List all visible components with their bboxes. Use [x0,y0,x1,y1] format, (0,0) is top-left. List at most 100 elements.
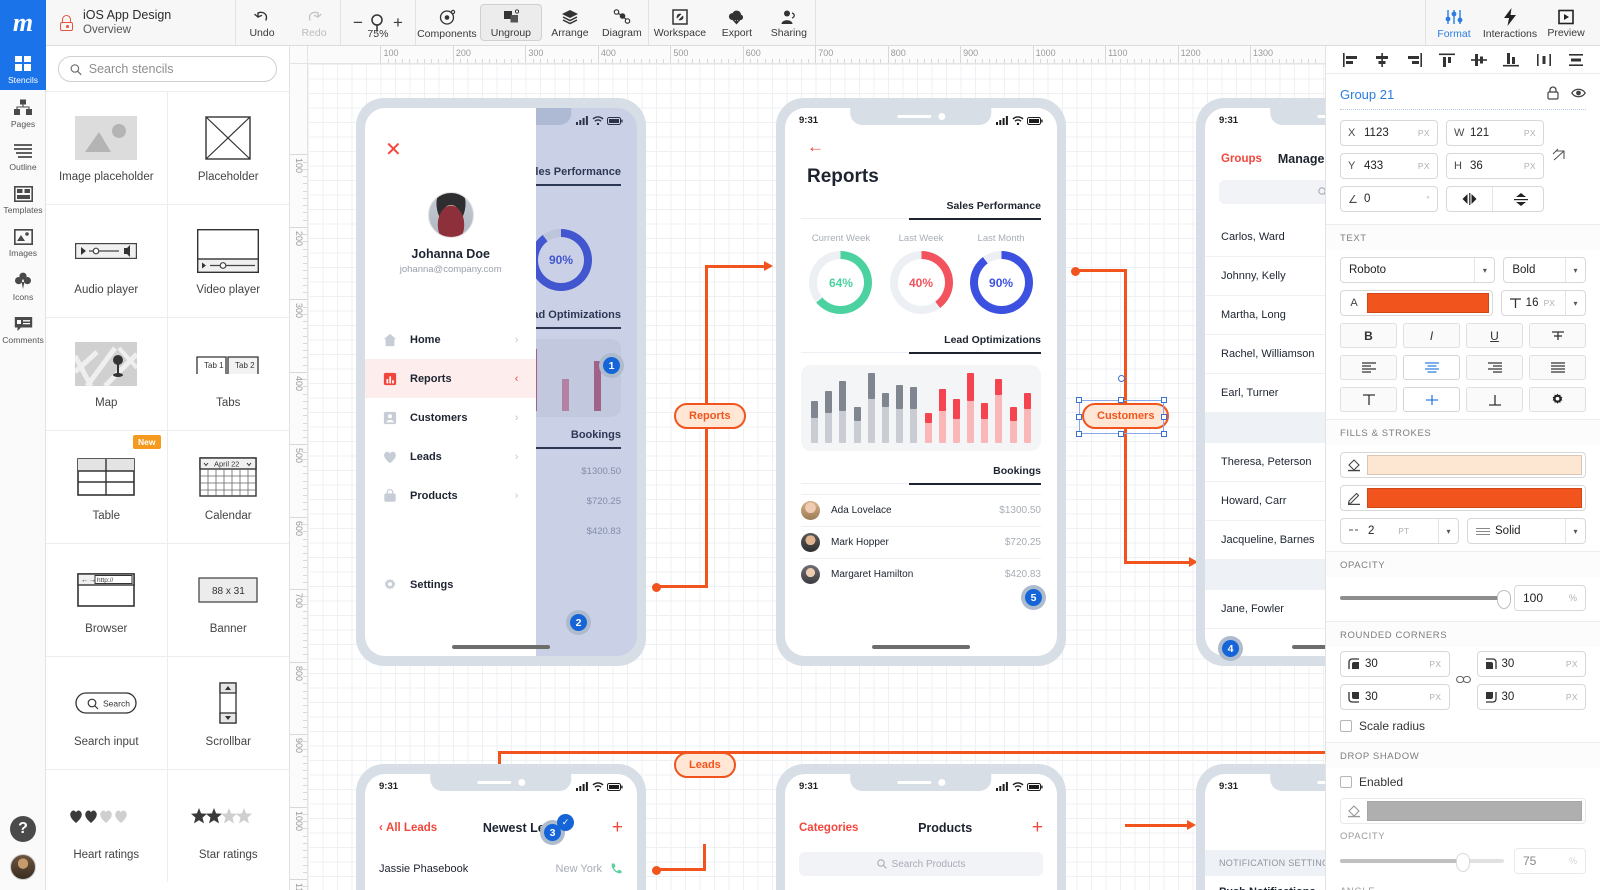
connector-label-leads[interactable]: Leads [674,752,736,778]
format-button[interactable]: Format [1426,0,1482,45]
link-corners-icon[interactable] [1455,675,1471,687]
redo-button[interactable]: Redo [288,0,340,45]
align-left-icon[interactable] [1342,52,1358,67]
shadow-color-swatch[interactable] [1367,801,1582,821]
sidebar-item-templates[interactable]: Templates [0,177,46,220]
font-color-swatch[interactable] [1367,293,1489,313]
valign-bottom-icon[interactable] [1466,387,1523,412]
stroke-color-swatch[interactable] [1367,488,1582,508]
align-bottom-icon[interactable] [1503,52,1520,67]
resize-handle[interactable] [1118,431,1124,437]
distribute-vertical-icon[interactable] [1568,53,1584,67]
shadow-opacity-track[interactable] [1340,853,1504,872]
connector-label-reports[interactable]: Reports [674,403,746,429]
underline-button[interactable]: U [1466,323,1523,348]
valign-middle-icon[interactable] [1403,387,1460,412]
rotate-handle[interactable] [1118,375,1125,382]
design-board[interactable]: Reports Customers Leads Sales Performanc… [308,64,1325,890]
aspect-lock-icon[interactable] [1552,120,1567,166]
x-field[interactable]: X 1123 PX [1340,120,1438,146]
stroke-width-field[interactable]: 2 PT ▾ [1340,518,1459,544]
products-search[interactable]: Search Products [799,852,1043,876]
text-settings-gear-icon[interactable] [1529,387,1586,412]
sidebar-item-comments[interactable]: Comments [0,307,46,350]
step-pin-1[interactable]: 1 [599,353,624,378]
opacity-value-field[interactable]: 100 % [1514,585,1586,611]
flip-horizontal-icon[interactable] [1447,187,1493,211]
undo-button[interactable]: Undo [236,0,288,45]
step-pin-4[interactable]: 4 [1218,636,1243,661]
align-center-horizontal-icon[interactable] [1374,52,1390,67]
stencil-heart-ratings[interactable]: Heart ratings [46,769,168,882]
sharing-button[interactable]: Sharing [763,0,815,45]
resize-handle[interactable] [1161,431,1167,437]
back-arrow-icon[interactable]: ← [807,138,824,155]
menu-item-products[interactable]: Products › [365,476,536,515]
stencil-calendar[interactable]: April 22 Calendar [167,430,289,543]
contact-item[interactable]: Jacqueline, Barnes [1205,521,1325,560]
italic-button[interactable]: I [1403,323,1460,348]
stencil-image-placeholder[interactable]: Image placeholder [46,91,168,204]
workspace-button[interactable]: Workspace [649,0,711,45]
stencil-tabs[interactable]: Tab 1 Tab 2 Tabs [167,317,289,430]
stencil-browser[interactable]: ←→ http:// Browser [46,543,168,656]
strikethrough-button[interactable] [1529,323,1586,348]
phone-leads-mockup[interactable]: 9:31 ‹ All Leads Newest Leads + Jassie P… [356,764,646,890]
lock-icon[interactable] [60,14,74,31]
sidebar-item-outline[interactable]: Outline [0,134,46,177]
font-weight-select[interactable]: Bold ▾ [1503,257,1586,283]
categories-link[interactable]: Categories [799,822,858,834]
corner-tl-field[interactable]: 30 PX [1340,651,1450,677]
arrange-button[interactable]: Arrange [544,0,596,45]
help-button[interactable]: ? [10,816,36,842]
booking-row[interactable]: Mark Hopper $720.25 [801,526,1041,558]
stroke-style-select[interactable]: Solid ▾ [1467,518,1586,544]
opacity-slider-knob[interactable] [1497,590,1511,609]
resize-handle[interactable] [1076,431,1082,437]
phone-icon[interactable] [610,862,623,875]
lock-icon[interactable] [1547,86,1559,103]
align-left-icon[interactable] [1340,355,1397,380]
booking-row[interactable]: Margaret Hamilton $420.83 [801,558,1041,590]
interactions-button[interactable]: Interactions [1482,0,1538,45]
corner-tr-field[interactable]: 30 PX [1476,651,1586,677]
horizontal-ruler[interactable]: 100 200 300 400 500 600 700 800 900 1000 1100 1200 1… [290,46,1325,64]
scale-radius-row[interactable]: Scale radius [1326,712,1600,742]
scale-radius-checkbox[interactable] [1340,720,1352,732]
phone-reports-mockup[interactable]: 9:31 ← Reports Sales Performance Current… [776,98,1066,666]
stencil-search-input[interactable]: Search Search input [46,656,168,769]
menu-item-customers[interactable]: Customers › [365,398,536,437]
plus-icon[interactable]: + [612,818,623,837]
sidebar-item-stencils[interactable]: Stencils [0,46,46,90]
contacts-search[interactable]: Search [1219,180,1325,204]
sidebar-item-icons[interactable]: Icons [0,263,46,307]
align-right-icon[interactable] [1466,355,1523,380]
search-stencils-box[interactable] [58,56,277,82]
corner-bl-field[interactable]: 30 PX [1340,684,1450,710]
preview-button[interactable]: Preview [1538,0,1594,45]
sidebar-item-pages[interactable]: Pages [0,90,46,134]
resize-handle[interactable] [1118,397,1124,403]
h-field[interactable]: H 36 PX [1446,153,1544,179]
stencil-map[interactable]: Map [46,317,168,430]
distribute-horizontal-icon[interactable] [1536,53,1552,67]
search-input[interactable] [88,62,265,76]
shadow-color-field[interactable] [1340,798,1586,824]
lead-row[interactable]: Jassie Phasebook New York [365,862,637,875]
step-pin-5[interactable]: 5 [1021,585,1046,610]
align-top-icon[interactable] [1438,53,1455,67]
document-subtitle[interactable]: Overview [83,23,171,38]
stencil-video-player[interactable]: Video player [167,204,289,317]
shadow-enabled-row[interactable]: Enabled [1326,768,1600,798]
bold-button[interactable]: B [1340,323,1397,348]
contact-item[interactable]: Jane, Fowler [1205,590,1325,629]
phone-products-mockup[interactable]: 9:31 Categories Products + Search Produc… [776,764,1066,890]
export-button[interactable]: Export [711,0,763,45]
align-justify-icon[interactable] [1529,355,1586,380]
back-all-leads[interactable]: ‹ All Leads [379,822,437,834]
stencil-star-ratings[interactable]: Star ratings [167,769,289,882]
angle-field[interactable]: ∠ 0 ° [1340,186,1438,212]
menu-item-settings[interactable]: Settings [365,565,536,604]
y-field[interactable]: Y 433 PX [1340,153,1438,179]
resize-handle[interactable] [1076,397,1082,403]
